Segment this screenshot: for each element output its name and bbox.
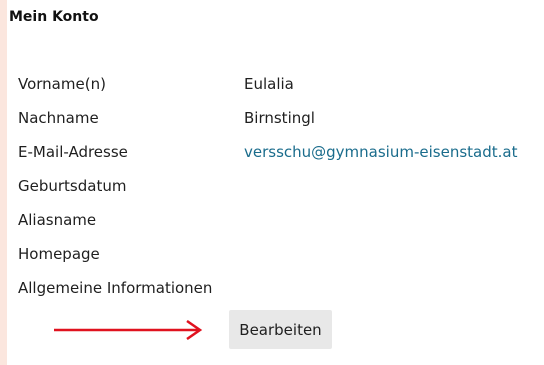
profile-row-alias: Aliasname xyxy=(18,206,544,240)
arrow-right-icon xyxy=(54,320,203,340)
edit-profile-button[interactable]: Bearbeiten xyxy=(229,310,332,349)
section-title: Mein Konto xyxy=(9,9,99,25)
first-name-label: Vorname(n) xyxy=(18,75,106,93)
profile-details: Vorname(n) Eulalia Nachname Birnstingl E… xyxy=(18,70,544,308)
profile-row-first-name: Vorname(n) Eulalia xyxy=(18,70,544,104)
profile-row-email: E-Mail-Adresse versschu@gymnasium-eisens… xyxy=(18,138,544,172)
homepage-label: Homepage xyxy=(18,245,100,263)
profile-row-homepage: Homepage xyxy=(18,240,544,274)
email-link[interactable]: versschu@gymnasium-eisenstadt.at xyxy=(244,142,517,162)
birthdate-label: Geburtsdatum xyxy=(18,177,127,195)
first-name-value: Eulalia xyxy=(244,75,294,93)
profile-row-general-info: Allgemeine Informationen xyxy=(18,274,544,308)
last-name-label: Nachname xyxy=(18,109,99,127)
last-name-value: Birnstingl xyxy=(244,109,315,127)
edit-actions: Bearbeiten xyxy=(0,308,544,352)
profile-row-last-name: Nachname Birnstingl xyxy=(18,104,544,138)
profile-row-birthdate: Geburtsdatum xyxy=(18,172,544,206)
alias-label: Aliasname xyxy=(18,211,97,229)
general-info-label: Allgemeine Informationen xyxy=(18,279,213,297)
email-label: E-Mail-Adresse xyxy=(18,143,128,161)
